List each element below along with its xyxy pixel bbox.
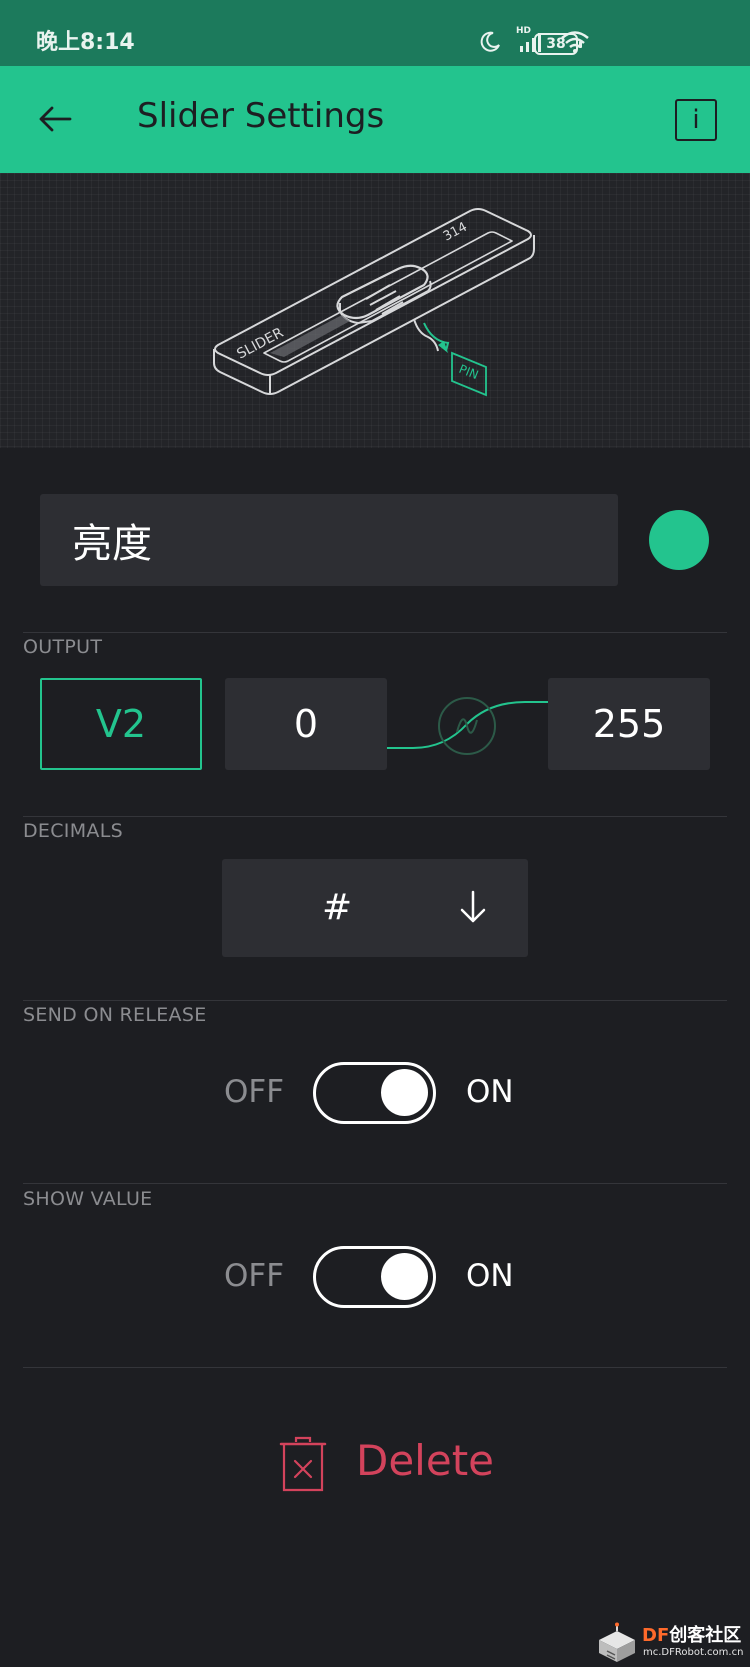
watermark: DF创客社区 mc.DFRobot.com.cn [596,1620,750,1667]
output-min-value: 0 [293,702,319,746]
divider [23,1183,727,1184]
show-value-section-label: SHOW VALUE [23,1188,153,1210]
send-on-release-off-label: OFF [224,1074,285,1110]
output-pin-selector[interactable]: V2 [40,678,202,770]
send-on-release-section-label: SEND ON RELEASE [23,1004,207,1026]
toggle-knob [381,1253,428,1300]
battery-icon: 38 [534,33,582,55]
delete-button[interactable]: Delete [276,1434,494,1494]
decimals-value: # [322,887,353,928]
watermark-url: mc.DFRobot.com.cn [643,1647,744,1658]
watermark-brand-suffix: 创客社区 [669,1625,742,1646]
watermark-brand: DF创客社区 [642,1621,741,1647]
divider [23,1000,727,1001]
output-max-value: 255 [592,702,666,746]
arrow-down-icon [460,890,486,923]
divider [23,632,727,633]
output-section-label: OUTPUT [23,636,103,658]
show-value-row: OFF ON [0,1246,750,1308]
mapping-curve-icon [387,697,548,755]
info-icon: i [692,105,700,135]
slider-device-label: SLIDER [234,325,286,363]
show-value-on-label: ON [466,1258,514,1294]
output-max-input[interactable]: 255 [548,678,710,770]
divider [23,1367,727,1368]
back-button[interactable] [30,94,80,144]
widget-color-picker[interactable] [649,510,709,570]
show-value-off-label: OFF [224,1258,285,1294]
info-button[interactable]: i [675,99,717,141]
robot-logo-icon [599,1622,635,1662]
widget-name-value: 亮度 [72,521,152,567]
slider-device-icon: PIN SLIDER 314 [213,208,535,397]
divider [23,816,727,817]
battery-level: 38 [546,36,566,52]
status-time: 晚上8:14 [36,30,135,55]
send-on-release-toggle[interactable] [313,1062,436,1124]
send-on-release-row: OFF ON [0,1062,750,1124]
output-min-input[interactable]: 0 [225,678,387,770]
arrow-left-icon [39,106,72,132]
watermark-brand-prefix: DF [642,1625,670,1646]
show-value-toggle[interactable] [313,1246,436,1308]
status-bar: 晚上8:14 HD 38 [0,0,750,66]
send-on-release-on-label: ON [466,1074,514,1110]
page-title: Slider Settings [137,96,385,136]
trash-icon [279,1436,327,1492]
decimals-dropdown[interactable]: # [222,859,528,957]
moon-icon [480,31,500,52]
widget-name-input[interactable]: 亮度 [40,494,618,586]
app-header: Slider Settings i [0,66,750,173]
output-pin-value: V2 [95,702,147,746]
delete-label: Delete [356,1436,494,1485]
toggle-knob [381,1069,428,1116]
slider-illustration: PIN SLIDER 314 [0,173,750,448]
pin-tag-label: PIN [457,362,481,382]
decimals-section-label: DECIMALS [23,820,123,842]
